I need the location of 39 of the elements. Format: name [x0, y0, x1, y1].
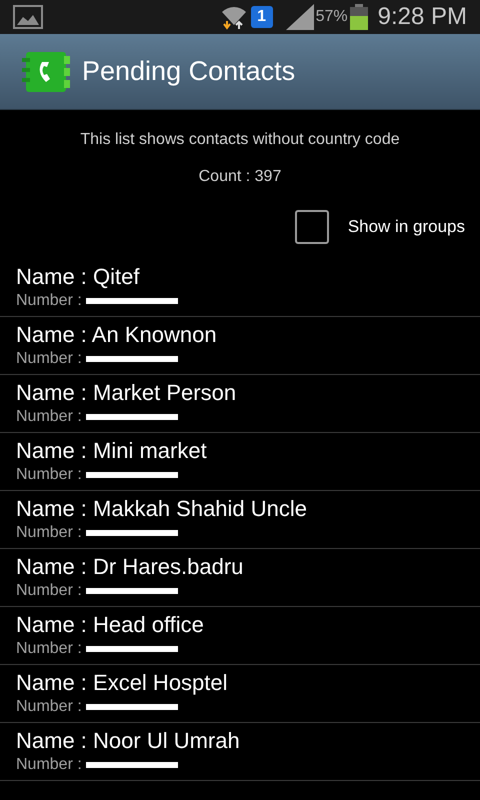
contact-row[interactable]: Name : Noor Ul Umrah Number :	[0, 723, 480, 781]
contact-row[interactable]: Name : Qitef Number :	[0, 259, 480, 317]
contact-name: Name : Makkah Shahid Uncle	[16, 496, 308, 522]
description-text: This list shows contacts without country code	[80, 130, 400, 150]
signal-icon	[286, 4, 314, 30]
sim-badge: 1	[250, 6, 273, 28]
checkbox-label: Show in groups	[348, 216, 465, 238]
contact-name: Name : Market Person	[16, 380, 238, 406]
number-label: Number :	[16, 464, 82, 484]
number-label: Number :	[16, 754, 82, 774]
contact-row[interactable]: Name : Mini market Number :	[0, 433, 480, 491]
contact-name: Name : Head office	[16, 612, 205, 638]
checkbox[interactable]	[294, 210, 329, 244]
contact-row[interactable]: Name : Market Person Number :	[0, 375, 480, 433]
contact-row[interactable]: Name : Dr Hares.badru Number :	[0, 549, 480, 607]
number-label: Number :	[16, 522, 82, 542]
contact-name: Name : An Knownon	[16, 322, 218, 348]
contact-name: Name : Noor Ul Umrah	[16, 728, 241, 754]
battery-percent: 57%	[316, 7, 348, 27]
contact-row[interactable]: Name : Makkah Shahid Uncle Number :	[0, 491, 480, 549]
number-label: Number :	[16, 580, 82, 600]
number-label: Number :	[16, 696, 82, 716]
contact-name: Name : Excel Hosptel	[16, 670, 229, 696]
contact-name: Name : Mini market	[16, 438, 208, 464]
screen-title: Pending Contacts	[82, 55, 296, 88]
number-label: Number :	[16, 290, 82, 310]
picture-notification-icon	[13, 5, 43, 29]
number-label: Number :	[16, 638, 82, 658]
clock: 9:28 PM	[378, 2, 467, 32]
number-label: Number :	[16, 348, 82, 368]
number-label: Number :	[16, 406, 82, 426]
count-text: Count : 397	[198, 167, 282, 187]
contact-name: Name : Qitef	[16, 264, 140, 290]
contact-row[interactable]: Name : Excel Hosptel Number :	[0, 665, 480, 723]
contact-name: Name : Dr Hares.badru	[16, 554, 244, 580]
contact-row[interactable]: Name : An Knownon Number :	[0, 317, 480, 375]
phone-book-icon	[20, 50, 72, 94]
contact-row[interactable]: Name : Head office Number :	[0, 607, 480, 665]
battery-icon	[350, 4, 368, 30]
